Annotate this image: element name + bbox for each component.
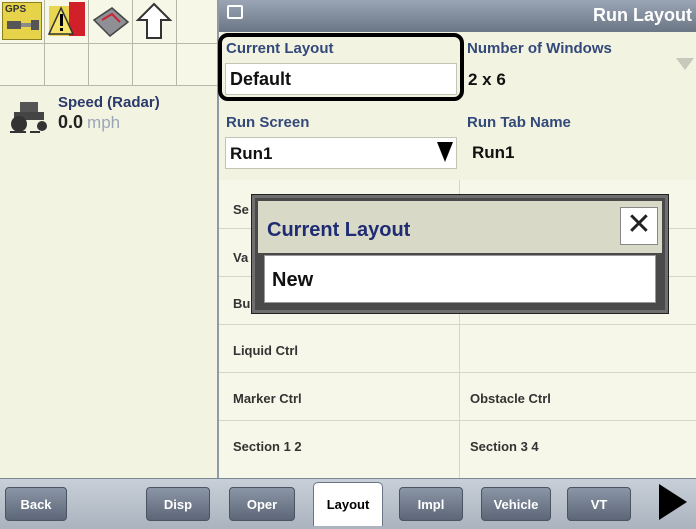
page-title: Run Layout xyxy=(593,5,692,25)
page-header: Run Layout xyxy=(219,0,696,32)
grid-cell[interactable]: Section 1 2 xyxy=(233,439,302,454)
num-windows-dropdown-icon xyxy=(676,58,694,70)
run-screen-dropdown[interactable]: Run1 xyxy=(225,137,457,169)
tab-impl[interactable]: Impl xyxy=(399,487,463,521)
bottom-tab-bar: Back Disp Oper Layout Impl Vehicle VT xyxy=(0,478,696,529)
run-screen-label: Run Screen xyxy=(226,114,310,131)
run-tab-value[interactable]: Run1 xyxy=(472,143,515,163)
current-layout-dialog: Current Layout ✕ New xyxy=(252,195,668,313)
run-screen-value: Run1 xyxy=(230,144,273,163)
tab-oper[interactable]: Oper xyxy=(229,487,295,521)
tab-vt[interactable]: VT xyxy=(567,487,631,521)
speed-label: Speed (Radar) xyxy=(58,94,160,111)
implement-icon[interactable] xyxy=(90,2,130,40)
dialog-title: Current Layout xyxy=(267,219,411,241)
tab-disp[interactable]: Disp xyxy=(146,487,210,521)
num-windows-value[interactable]: 2 x 6 xyxy=(468,70,506,90)
tractor-icon xyxy=(6,98,54,134)
speed-widget[interactable]: Speed (Radar) 0.0 mph xyxy=(0,88,218,158)
grid-cell[interactable]: Obstacle Ctrl xyxy=(470,391,551,406)
back-button[interactable]: Back xyxy=(5,487,67,521)
layout-icon xyxy=(227,5,243,19)
tab-vehicle[interactable]: Vehicle xyxy=(481,487,551,521)
status-icon-grid: GPS xyxy=(0,0,218,86)
next-page-icon[interactable] xyxy=(659,484,687,520)
speed-value: 0.0 xyxy=(58,112,84,132)
layout-name-value: New xyxy=(272,269,314,291)
run-tab-label: Run Tab Name xyxy=(467,114,571,131)
grid-cell[interactable]: Section 3 4 xyxy=(470,439,539,454)
speed-unit: mph xyxy=(87,113,121,132)
arrow-up-icon[interactable] xyxy=(134,2,174,40)
layout-name-input[interactable]: New xyxy=(264,255,656,303)
tab-layout[interactable]: Layout xyxy=(313,482,383,526)
grid-cell[interactable]: Va xyxy=(233,250,248,265)
dialog-titlebar: Current Layout ✕ xyxy=(258,201,662,253)
chevron-down-icon[interactable] xyxy=(437,142,453,162)
speed-readout: 0.0 mph xyxy=(58,112,120,133)
grid-cell[interactable]: Bu xyxy=(233,296,250,311)
grid-cell[interactable]: Se xyxy=(233,202,249,217)
grid-cell[interactable]: Liquid Ctrl xyxy=(233,343,298,358)
gps-satellite-icon[interactable]: GPS xyxy=(2,2,42,40)
close-icon[interactable]: ✕ xyxy=(620,207,658,245)
grid-cell[interactable]: Marker Ctrl xyxy=(233,391,302,406)
current-layout-highlight xyxy=(218,33,464,101)
num-windows-label: Number of Windows xyxy=(467,40,612,57)
alarm-warning-icon[interactable] xyxy=(47,2,87,40)
